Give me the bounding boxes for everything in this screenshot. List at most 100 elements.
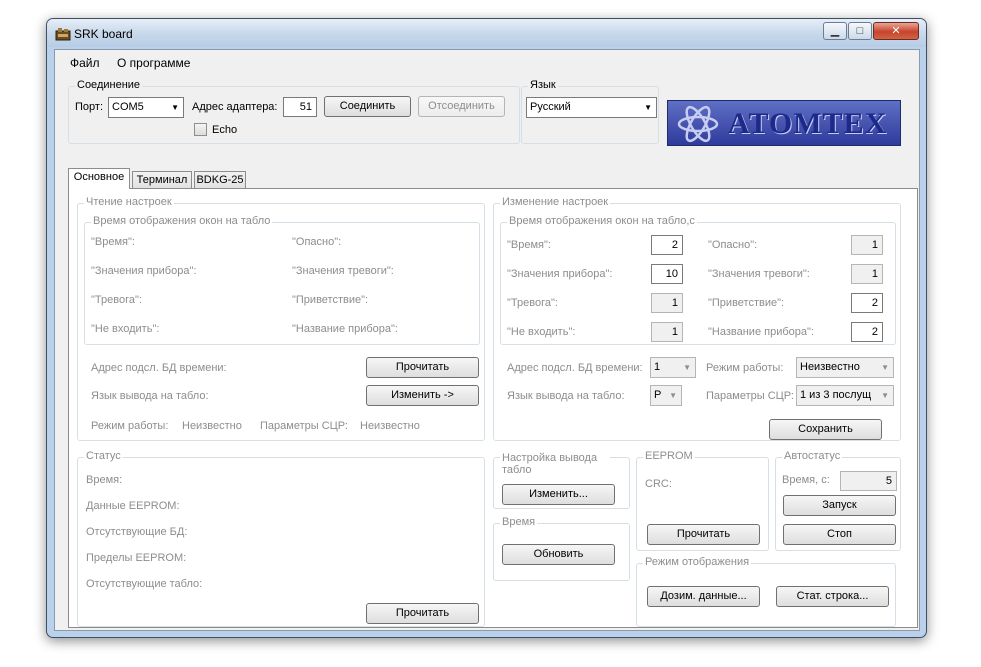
- change-mode-label: Режим работы:: [706, 362, 784, 374]
- language-title: Язык: [528, 79, 558, 91]
- atomtex-logo: ATOMTEX: [667, 100, 901, 146]
- language-value: Русский: [530, 101, 571, 113]
- status-row-time: Время:: [86, 474, 123, 486]
- status-read-button[interactable]: Прочитать: [366, 603, 479, 624]
- read-field-greeting: "Приветствие":: [292, 294, 369, 306]
- tab-main[interactable]: Основное: [68, 168, 130, 189]
- read-mode-label: Режим работы:: [91, 420, 169, 432]
- refresh-button[interactable]: Обновить: [502, 544, 615, 565]
- tab-terminal[interactable]: Терминал: [132, 171, 192, 189]
- db-address-select[interactable]: 1 ▼: [650, 357, 696, 378]
- change-field-device-values-input[interactable]: 10: [651, 264, 683, 284]
- save-button[interactable]: Сохранить: [769, 419, 882, 440]
- autostatus-time-input[interactable]: 5: [840, 471, 897, 491]
- change-field-alarm-values-input[interactable]: 1: [851, 264, 883, 284]
- read-display-time-group: Время отображения окон на табло "Время":…: [84, 215, 480, 345]
- connection-title: Соединение: [75, 79, 143, 91]
- window-title: SRK board: [74, 27, 133, 41]
- language-select[interactable]: Русский ▼: [526, 97, 657, 118]
- app-icon: [55, 28, 71, 41]
- logo-text: ATOMTEX: [728, 107, 888, 140]
- tab-panel-main: Чтение настроек Время отображения окон н…: [68, 188, 918, 628]
- read-field-device-name: "Название прибора":: [292, 323, 398, 335]
- change-field-device-name-value: 2: [871, 326, 878, 338]
- connect-button[interactable]: Соединить: [324, 96, 411, 117]
- adapter-label: Адрес адаптера:: [192, 101, 278, 113]
- disconnect-button[interactable]: Отсоединить: [418, 96, 505, 117]
- status-row-eeprom-limits: Пределы EEPROM:: [86, 552, 187, 564]
- change-field-no-entry-value: 1: [671, 326, 678, 338]
- chevron-down-icon: ▼: [171, 103, 179, 112]
- echo-checkbox[interactable]: [194, 123, 207, 136]
- menu-about[interactable]: О программе: [117, 56, 190, 70]
- maximize-icon: □: [856, 25, 864, 37]
- status-row-missing-displays: Отсутствующие табло:: [86, 578, 203, 590]
- display-mode-group: Режим отображения Дозим. данные... Стат.…: [636, 556, 896, 627]
- status-row-eeprom-data: Данные EEPROM:: [86, 500, 180, 512]
- language-group: Язык Русский ▼: [521, 79, 659, 144]
- echo-label: Echo: [212, 124, 238, 136]
- read-params-label: Параметры СЦР:: [260, 420, 348, 432]
- change-field-alarm-input[interactable]: 1: [651, 293, 683, 313]
- eeprom-read-button[interactable]: Прочитать: [647, 524, 760, 545]
- chevron-down-icon: ▼: [683, 363, 691, 372]
- port-select[interactable]: COM5 ▼: [108, 97, 184, 118]
- params-value: 1 из 3 послущ: [800, 389, 872, 401]
- close-button[interactable]: ✕: [873, 22, 919, 40]
- change-field-device-values-value: 10: [665, 268, 678, 280]
- read-field-time: "Время":: [91, 236, 135, 248]
- port-value: COM5: [112, 101, 144, 113]
- autostatus-group: Автостатус Время, с: 5 Запуск Стоп: [775, 450, 901, 551]
- change-field-device-name-input[interactable]: 2: [851, 322, 883, 342]
- change-field-time-input[interactable]: 2: [651, 235, 683, 255]
- read-field-alarm-values: "Значения тревоги":: [292, 265, 394, 277]
- change-field-greeting-input[interactable]: 2: [851, 293, 883, 313]
- read-field-no-entry: "Не входить":: [91, 323, 160, 335]
- adapter-input[interactable]: 51: [283, 97, 317, 117]
- minimize-button[interactable]: ▁: [823, 22, 847, 40]
- change-field-alarm-values-value: 1: [871, 268, 878, 280]
- mode-value: Неизвестно: [800, 361, 860, 373]
- display-mode-title: Режим отображения: [643, 556, 752, 568]
- minimize-icon: ▁: [830, 25, 840, 37]
- change-field-danger-input[interactable]: 1: [851, 235, 883, 255]
- close-icon: ✕: [891, 25, 901, 37]
- time-title: Время: [500, 516, 538, 528]
- title-bar[interactable]: SRK board ▁ □ ✕: [47, 19, 926, 47]
- chevron-down-icon: ▼: [881, 391, 889, 400]
- read-field-alarm: "Тревога":: [91, 294, 142, 306]
- change-field-device-name-label: "Название прибора":: [708, 326, 814, 338]
- read-params-value: Неизвестно: [360, 420, 420, 432]
- adapter-value: 51: [299, 101, 312, 113]
- stat-line-button[interactable]: Стат. строка...: [776, 586, 889, 607]
- menu-file[interactable]: Файл: [70, 56, 100, 70]
- stop-button[interactable]: Стоп: [783, 524, 896, 545]
- change-arrow-button[interactable]: Изменить ->: [366, 385, 479, 406]
- read-settings-button[interactable]: Прочитать: [366, 357, 479, 378]
- change-display-time-group: Время отображения окон на табло,с "Время…: [500, 215, 896, 345]
- time-group: Время Обновить: [493, 516, 630, 581]
- mode-select[interactable]: Неизвестно ▼: [796, 357, 894, 378]
- chevron-down-icon: ▼: [644, 103, 652, 112]
- change-field-greeting-label: "Приветствие":: [708, 297, 785, 309]
- change-field-time-label: "Время":: [507, 239, 551, 251]
- connection-group: Соединение Порт: COM5 ▼ Адрес адаптера: …: [68, 79, 520, 144]
- app-window: SRK board ▁ □ ✕ Файл О программе Соедине…: [46, 18, 927, 638]
- change-field-danger-value: 1: [871, 239, 878, 251]
- change-field-no-entry-input[interactable]: 1: [651, 322, 683, 342]
- change-db-address-label: Адрес подсл. БД времени:: [507, 362, 643, 374]
- start-button[interactable]: Запуск: [783, 495, 896, 516]
- display-language-select[interactable]: Р ▼: [650, 385, 682, 406]
- display-output-change-button[interactable]: Изменить...: [502, 484, 615, 505]
- change-language-label: Язык вывода на табло:: [507, 390, 625, 402]
- status-group: Статус Время: Данные EEPROM: Отсутствующ…: [77, 450, 485, 627]
- display-output-group: Настройка вывода табло Изменить...: [493, 452, 630, 509]
- maximize-button[interactable]: □: [848, 22, 872, 40]
- read-settings-title: Чтение настроек: [84, 196, 174, 208]
- dose-data-button[interactable]: Дозим. данные...: [647, 586, 760, 607]
- params-select[interactable]: 1 из 3 послущ ▼: [796, 385, 894, 406]
- change-field-alarm-value: 1: [671, 297, 678, 309]
- change-display-time-title: Время отображения окон на табло,с: [507, 215, 697, 227]
- display-output-title: Настройка вывода табло: [500, 452, 610, 476]
- tab-bdkg25[interactable]: BDKG-25: [194, 171, 246, 189]
